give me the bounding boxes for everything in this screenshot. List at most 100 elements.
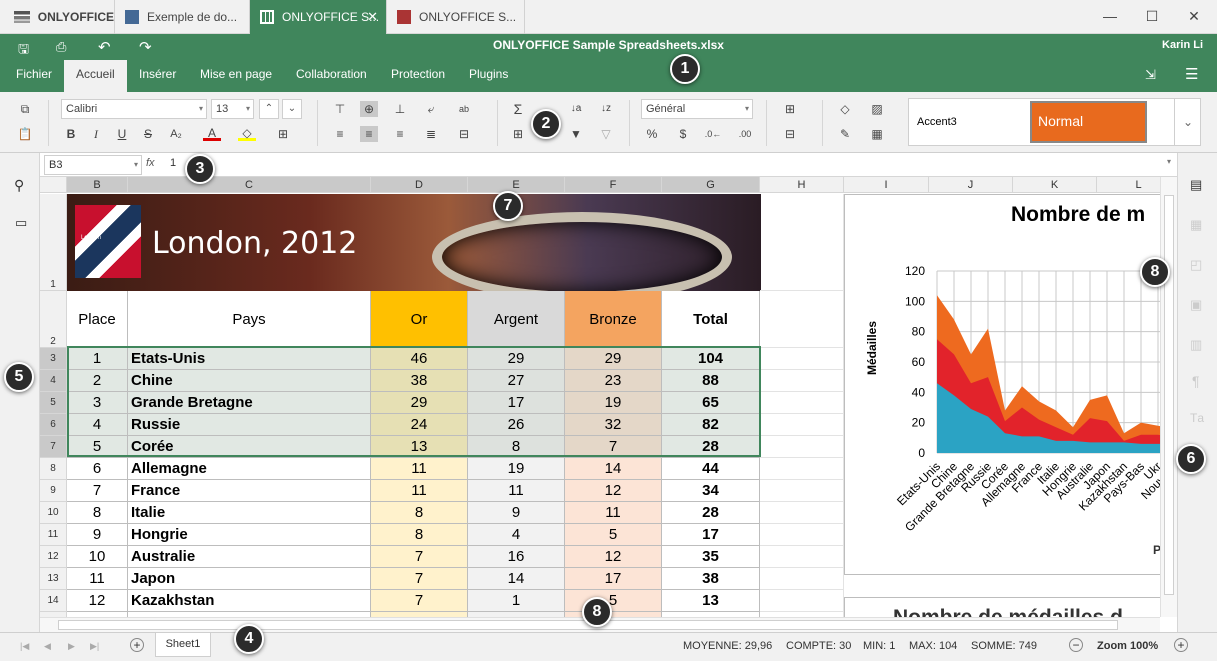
table-cell[interactable]: 24 <box>371 414 468 436</box>
table-cell[interactable]: 16 <box>468 546 565 568</box>
tab-presentation[interactable]: ONLYOFFICE S... <box>387 0 525 34</box>
table-cell[interactable]: 7 <box>371 590 468 612</box>
maximize-icon[interactable]: ☐ <box>1144 8 1160 24</box>
chart-settings-icon[interactable]: ▥ <box>1190 337 1202 353</box>
row-header-13[interactable]: 13 <box>40 568 67 590</box>
minimize-icon[interactable]: — <box>1102 8 1118 24</box>
empty-cell[interactable] <box>760 480 844 502</box>
second-chart[interactable]: Nombre de médailles d <box>844 597 1170 617</box>
increase-font-icon[interactable]: ⌃ <box>259 99 279 119</box>
table-cell[interactable]: 13 <box>662 590 760 612</box>
table-cell[interactable]: 17 <box>662 524 760 546</box>
row-header-12[interactable]: 12 <box>40 546 67 568</box>
select-all-corner[interactable] <box>40 177 67 193</box>
table-cell[interactable]: 9 <box>67 524 128 546</box>
empty-cell[interactable] <box>760 392 844 414</box>
column-header-F[interactable]: F <box>565 177 662 193</box>
font-size-select[interactable]: 13 ▾ <box>211 99 254 119</box>
name-box[interactable]: B3 ▾ <box>44 155 142 175</box>
font-color-icon[interactable]: A <box>203 125 221 141</box>
align-bottom-icon[interactable]: ⊥ <box>391 101 409 117</box>
named-ranges-icon[interactable]: ⊞ <box>509 126 527 142</box>
table-cell[interactable]: 8 <box>468 436 565 458</box>
next-sheet-icon[interactable]: ▶ <box>68 641 75 652</box>
currency-icon[interactable]: $ <box>674 126 692 142</box>
table-cell[interactable]: 11 <box>468 480 565 502</box>
row-header-1[interactable]: 1 <box>40 194 67 291</box>
table-cell[interactable]: Australie <box>128 546 371 568</box>
insert-cells-icon[interactable]: ⊞ <box>781 101 799 117</box>
column-header-G[interactable]: G <box>662 177 760 193</box>
london-banner-image[interactable]: London London, 2012 <box>67 194 761 291</box>
image-settings-icon[interactable]: ▣ <box>1190 297 1202 313</box>
vertical-scrollbar[interactable] <box>1160 177 1177 617</box>
sort-desc-icon[interactable]: ↓z <box>597 101 615 117</box>
table-cell[interactable]: 65 <box>662 392 760 414</box>
empty-cell[interactable] <box>760 414 844 436</box>
table-cell[interactable]: 3 <box>67 392 128 414</box>
table-cell[interactable]: 23 <box>565 370 662 392</box>
zoom-level[interactable]: Zoom 100% <box>1097 640 1158 652</box>
table-cell[interactable]: 5 <box>565 524 662 546</box>
empty-cell[interactable] <box>760 568 844 590</box>
delete-cells-icon[interactable]: ⊟ <box>781 126 799 142</box>
empty-cell[interactable] <box>760 546 844 568</box>
empty-cell[interactable] <box>760 194 844 291</box>
table-cell[interactable]: 29 <box>468 348 565 370</box>
table-cell[interactable]: 28 <box>662 502 760 524</box>
text-orientation-icon[interactable]: ab <box>455 101 473 117</box>
bold-icon[interactable]: B <box>62 126 80 142</box>
table-cell[interactable]: 34 <box>662 480 760 502</box>
table-cell[interactable]: 35 <box>662 546 760 568</box>
table-cell[interactable]: 7 <box>67 480 128 502</box>
table-cell[interactable]: 11 <box>371 480 468 502</box>
table-cell[interactable]: 14 <box>468 568 565 590</box>
close-window-icon[interactable]: ✕ <box>1186 8 1202 24</box>
tab-fichier[interactable]: Fichier <box>4 60 64 92</box>
borders-icon[interactable]: ⊞ <box>274 126 292 142</box>
style-normal[interactable]: Normal <box>1030 101 1147 143</box>
empty-cell[interactable] <box>760 502 844 524</box>
header-cell-argent[interactable]: Argent <box>468 291 565 348</box>
italic-icon[interactable]: I <box>87 126 105 142</box>
column-header-H[interactable]: H <box>760 177 844 193</box>
font-family-select[interactable]: Calibri ▾ <box>61 99 207 119</box>
row-header-3[interactable]: 3 <box>40 348 67 370</box>
header-cell-or[interactable]: Or <box>371 291 468 348</box>
table-cell[interactable]: 11 <box>371 458 468 480</box>
table-cell[interactable]: 10 <box>67 546 128 568</box>
copy-icon[interactable]: ⧉ <box>16 101 34 117</box>
align-center-icon[interactable]: ≡ <box>360 126 378 142</box>
table-cell[interactable]: 7 <box>371 546 468 568</box>
conditional-format-icon[interactable]: ▨ <box>868 101 886 117</box>
table-cell[interactable]: 7 <box>371 568 468 590</box>
table-cell[interactable]: 8 <box>371 524 468 546</box>
table-cell[interactable]: 9 <box>468 502 565 524</box>
empty-cell[interactable] <box>760 291 844 348</box>
table-cell[interactable]: 8 <box>371 502 468 524</box>
empty-cell[interactable] <box>760 590 844 612</box>
align-middle-icon[interactable]: ⊕ <box>360 101 378 117</box>
table-cell[interactable]: 5 <box>67 436 128 458</box>
tab-mise-en-page[interactable]: Mise en page <box>188 60 284 92</box>
row-header-6[interactable]: 6 <box>40 414 67 436</box>
style-accent3[interactable]: Accent3 <box>917 116 957 128</box>
prev-sheet-icon[interactable]: ◀ <box>44 641 51 652</box>
row-header-7[interactable]: 7 <box>40 436 67 458</box>
format-as-table-icon[interactable]: ▦ <box>868 126 886 142</box>
vertical-scroll-thumb[interactable] <box>1164 195 1174 595</box>
first-sheet-icon[interactable]: |◀ <box>20 641 29 652</box>
row-header-9[interactable]: 9 <box>40 480 67 502</box>
header-cell-bronze[interactable]: Bronze <box>565 291 662 348</box>
column-header-K[interactable]: K <box>1013 177 1097 193</box>
percent-icon[interactable]: % <box>643 126 661 142</box>
table-cell[interactable]: Chine <box>128 370 371 392</box>
empty-cell[interactable] <box>760 370 844 392</box>
table-cell[interactable]: Etats-Unis <box>128 348 371 370</box>
textart-settings-icon[interactable]: Tа <box>1190 411 1204 425</box>
table-cell[interactable]: 11 <box>565 502 662 524</box>
decrease-font-icon[interactable]: ⌄ <box>282 99 302 119</box>
empty-cell[interactable] <box>760 436 844 458</box>
table-cell[interactable]: France <box>128 480 371 502</box>
shape-settings-icon[interactable]: ◰ <box>1190 257 1202 273</box>
